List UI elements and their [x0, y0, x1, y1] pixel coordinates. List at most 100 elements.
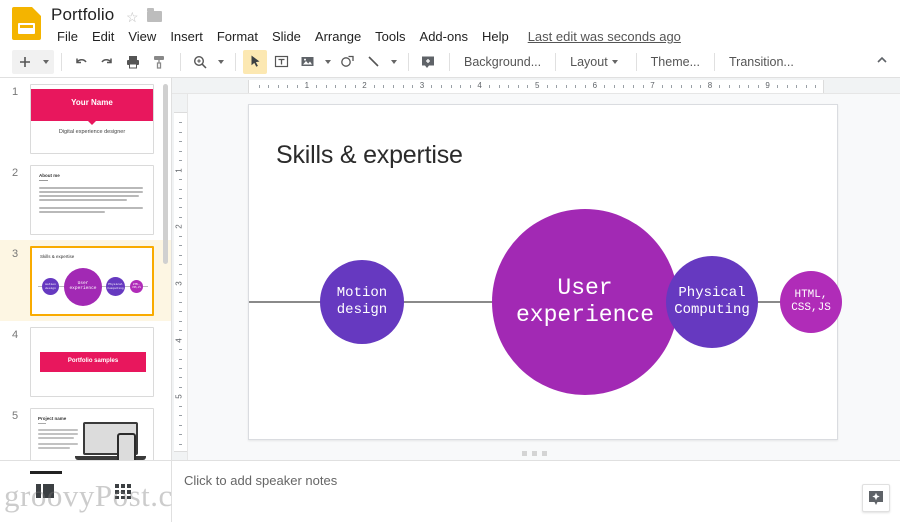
ruler-tick	[345, 85, 346, 88]
menu-tools[interactable]: Tools	[368, 27, 412, 46]
new-slide-button[interactable]	[13, 50, 37, 74]
menu-edit[interactable]: Edit	[85, 27, 121, 46]
ruler-label-h: 4	[477, 81, 482, 90]
last-edit-status[interactable]: Last edit was seconds ago	[528, 29, 681, 44]
ruler-label-v: 1	[174, 167, 184, 173]
redo-button[interactable]	[95, 50, 119, 74]
filmstrip-scrollbar[interactable]	[163, 84, 168, 264]
folder-icon[interactable]	[147, 8, 162, 22]
slide-thumbnail-3[interactable]: Skills & expertise motion design User expe…	[30, 246, 154, 316]
speaker-notes-pane[interactable]: Click to add speaker notes	[172, 460, 900, 522]
ruler-label-h: 5	[535, 81, 540, 90]
filmstrip-slide-5[interactable]: 5 Project name	[0, 402, 171, 460]
thumb5-phone-icon	[117, 433, 136, 460]
slide-thumbnail-4[interactable]: Portfolio samples	[30, 327, 154, 397]
active-slide-canvas[interactable]: Skills & expertise Motion design User exp…	[248, 104, 842, 440]
menu-slide[interactable]: Slide	[265, 27, 308, 46]
ruler-tick	[786, 85, 788, 88]
menu-format[interactable]: Format	[210, 27, 265, 46]
menu-help[interactable]: Help	[475, 27, 516, 46]
star-icon[interactable]: ☆	[126, 9, 139, 26]
ruler-tick	[268, 85, 270, 88]
ruler-tick	[249, 82, 250, 90]
new-slide-group	[12, 49, 54, 74]
ruler-tick	[325, 85, 327, 88]
thumb3-bubble-4: HTML, CSS,JS	[130, 280, 143, 293]
transition-button[interactable]: Transition...	[722, 51, 801, 73]
line-button[interactable]	[361, 50, 385, 74]
slide-bubble-4[interactable]: HTML, CSS,JS	[780, 271, 842, 333]
slide-title-text[interactable]: Skills & expertise	[276, 141, 463, 170]
slide-thumbnail-5[interactable]: Project name	[30, 408, 154, 460]
ruler-tick	[179, 150, 182, 152]
menu-insert[interactable]: Insert	[163, 27, 210, 46]
ruler-tick	[489, 85, 490, 88]
slide-bubble-1[interactable]: Motion design	[320, 260, 404, 344]
undo-button[interactable]	[69, 50, 93, 74]
ruler-tick	[604, 85, 606, 88]
new-slide-dropdown-icon[interactable]	[43, 59, 49, 64]
document-title[interactable]: Portfolio	[51, 5, 114, 25]
text-box-button[interactable]	[269, 50, 293, 74]
slide-filmstrip[interactable]: 1 Your Name Digital experience designer …	[0, 78, 172, 460]
image-dropdown-icon[interactable]	[325, 59, 331, 64]
grid-view-button[interactable]	[112, 481, 136, 503]
menu-file[interactable]: File	[50, 27, 85, 46]
slide-bubble-3[interactable]: Physical Computing	[666, 256, 758, 348]
select-tool-button[interactable]	[243, 49, 267, 74]
ruler-tick	[297, 85, 298, 88]
google-slides-window: Portfolio ☆ File Edit View Insert Format…	[0, 0, 900, 522]
ruler-tick	[690, 85, 692, 88]
slide-thumbnail-1[interactable]: Your Name Digital experience designer	[30, 84, 154, 154]
menu-view[interactable]: View	[121, 27, 163, 46]
ruler-tick	[546, 85, 548, 88]
shape-button[interactable]	[335, 50, 359, 74]
ruler-tick	[719, 85, 721, 88]
slide-thumbnail-2[interactable]: About me	[30, 165, 154, 235]
ruler-label-h: 2	[362, 81, 367, 90]
zoom-button[interactable]	[188, 50, 212, 74]
filmstrip-slide-3[interactable]: 3 Skills & expertise motion design User ex…	[0, 240, 171, 321]
ruler-tick	[777, 85, 778, 88]
ruler-tick	[661, 85, 663, 88]
ruler-tick	[176, 113, 184, 114]
ruler-tick	[179, 198, 182, 199]
ruler-tick	[642, 85, 644, 88]
thumb3-bubble-1: motion design	[42, 278, 59, 295]
filmstrip-slide-4[interactable]: 4 Portfolio samples	[0, 321, 171, 402]
paint-format-button[interactable]	[147, 50, 171, 74]
filmstrip-view-button[interactable]	[34, 481, 58, 503]
vertical-ruler[interactable]: 1 2 3 4 5	[172, 94, 188, 522]
background-button[interactable]: Background...	[457, 51, 548, 73]
speaker-notes-placeholder[interactable]: Click to add speaker notes	[184, 473, 337, 488]
ruler-tick	[179, 245, 182, 247]
ruler-label-v: 3	[174, 281, 184, 286]
ruler-tick	[681, 85, 682, 88]
ruler-tick	[179, 235, 182, 237]
ruler-tick	[179, 330, 182, 332]
menu-arrange[interactable]: Arrange	[308, 27, 368, 46]
menu-add-ons[interactable]: Add-ons	[413, 27, 475, 46]
ruler-tick	[179, 301, 182, 303]
ruler-tick	[383, 85, 385, 88]
notes-resize-handle[interactable]	[522, 451, 547, 456]
slide-editor-area: 1 2 3 4 5 6 7 8 9 1 2 3 4 5 Skills & expertise Motio…	[172, 78, 900, 522]
filmstrip-slide-2[interactable]: 2 About me	[0, 159, 171, 240]
print-button[interactable]	[121, 50, 145, 74]
zoom-dropdown-icon[interactable]	[218, 59, 224, 64]
ruler-label-h: 9	[765, 81, 770, 90]
ruler-tick	[431, 85, 433, 88]
filmstrip-slide-1[interactable]: 1 Your Name Digital experience designer	[0, 78, 171, 159]
ruler-tick	[179, 358, 182, 360]
add-comment-button[interactable]	[416, 50, 440, 74]
horizontal-ruler[interactable]: 1 2 3 4 5 6 7 8 9	[172, 78, 900, 94]
explore-button[interactable]	[862, 484, 890, 512]
insert-image-button[interactable]	[295, 50, 319, 74]
line-dropdown-icon[interactable]	[391, 59, 397, 64]
collapse-menus-button[interactable]	[874, 52, 890, 73]
ruler-tick	[179, 311, 182, 313]
theme-button[interactable]: Theme...	[644, 51, 707, 73]
slide-bubble-2[interactable]: User experience	[492, 209, 678, 395]
ruler-tick	[556, 85, 558, 88]
layout-button[interactable]: Layout	[563, 51, 629, 73]
